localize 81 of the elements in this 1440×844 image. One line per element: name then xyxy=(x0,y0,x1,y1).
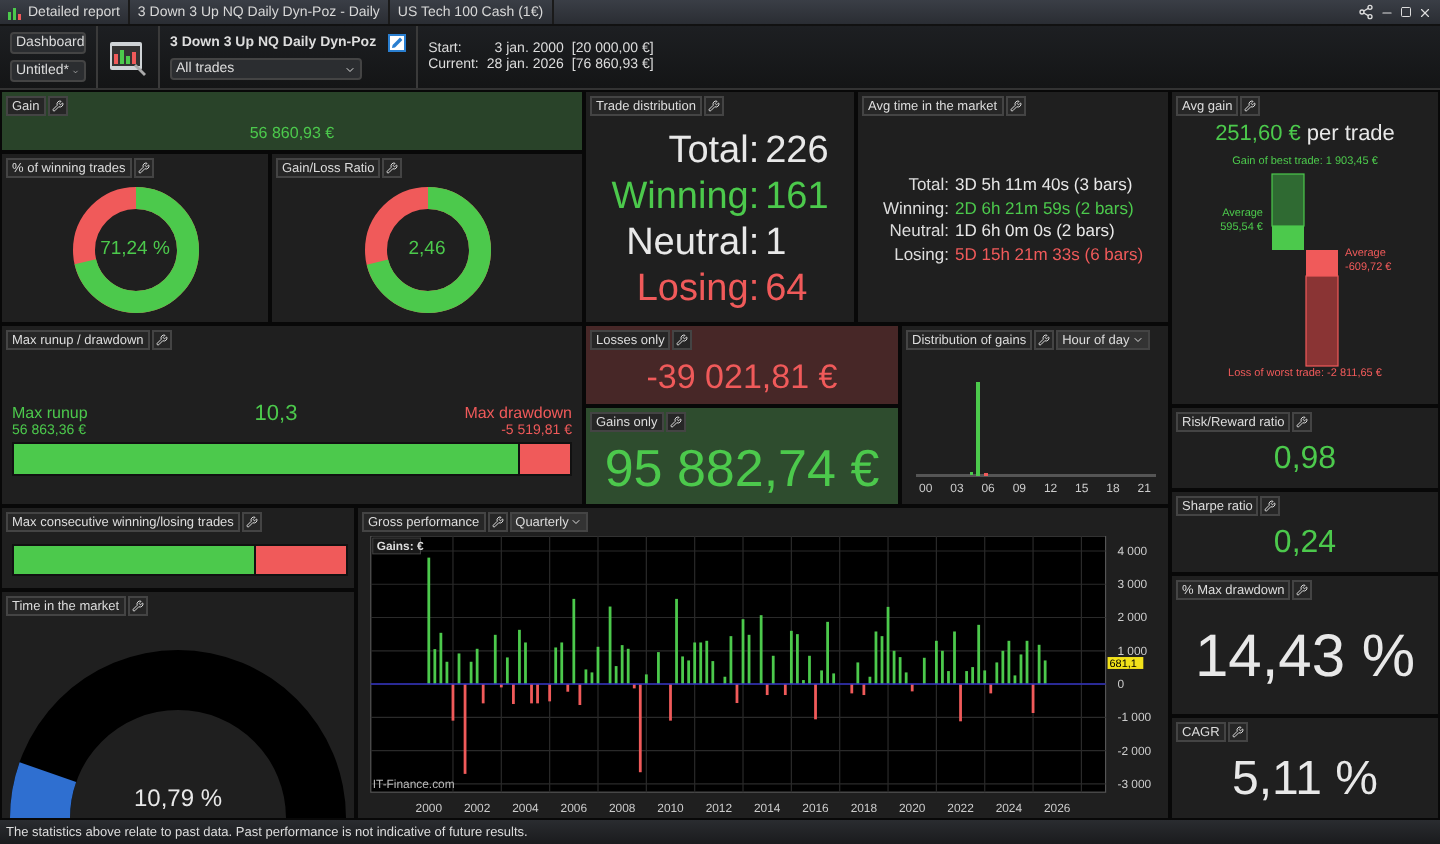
panel-settings-button[interactable] xyxy=(1260,496,1281,516)
avg-gain-value: 251,60 € xyxy=(1215,124,1301,146)
stat-label: Neutral: xyxy=(624,223,760,261)
runup-ratio: 10,3 xyxy=(254,403,298,425)
edit-icon[interactable] xyxy=(388,34,407,52)
stat-label: Winning: xyxy=(611,177,760,215)
stat-label: Total: xyxy=(666,131,760,169)
wrench-icon xyxy=(707,100,720,112)
panel-settings-button[interactable] xyxy=(1034,330,1055,350)
stat-label: Neutral: xyxy=(887,222,950,239)
stat-value: 1 xyxy=(765,223,789,261)
wrench-icon xyxy=(1296,416,1309,428)
maximize-icon xyxy=(1400,6,1412,18)
stat-value: 226 xyxy=(765,131,829,169)
stat-value: 2D 6h 21m 59s (2 bars) xyxy=(955,199,1136,216)
stat-label: Total: xyxy=(906,176,950,193)
panel-settings-button[interactable] xyxy=(151,330,172,350)
stat-value: 3D 5h 11m 40s (3 bars) xyxy=(955,176,1135,193)
wrench-icon xyxy=(137,162,150,174)
sharpe-value: 0,24 xyxy=(1273,528,1337,560)
panel-settings-button[interactable] xyxy=(1227,722,1248,742)
share-button[interactable] xyxy=(1358,4,1374,20)
wrench-icon xyxy=(155,334,168,346)
maximize-button[interactable] xyxy=(1400,6,1412,18)
panel-settings-button[interactable] xyxy=(1240,96,1261,116)
chart-settings-icon[interactable] xyxy=(108,37,148,77)
risk-reward-value: 0,98 xyxy=(1273,444,1337,476)
wrench-icon xyxy=(491,516,504,528)
wrench-icon xyxy=(1038,334,1051,346)
panel-settings-button[interactable] xyxy=(127,596,148,616)
stat-label: Losing: xyxy=(892,245,950,262)
wrench-icon xyxy=(1231,726,1244,738)
panel-settings-button[interactable] xyxy=(47,96,68,116)
chart-icon xyxy=(8,5,22,19)
chevron-icon xyxy=(1131,334,1144,346)
wrench-icon xyxy=(1244,100,1257,112)
panel-settings-button[interactable] xyxy=(133,158,154,178)
panel-settings-button[interactable] xyxy=(672,330,693,350)
close-button[interactable] xyxy=(1418,5,1432,19)
wrench-icon xyxy=(51,100,64,112)
panel-settings-button[interactable] xyxy=(665,412,686,432)
wrench-icon xyxy=(669,416,682,428)
share-icon xyxy=(1358,4,1374,20)
wrench-icon xyxy=(1009,100,1022,112)
panel-settings-button[interactable] xyxy=(241,512,262,532)
avg-gain-suffix: per trade xyxy=(1306,124,1395,146)
stat-label: Losing: xyxy=(634,269,760,307)
gain-bar xyxy=(1270,173,1304,250)
stat-value: 64 xyxy=(765,269,810,307)
panel-settings-button[interactable] xyxy=(382,158,403,178)
cagr-value: 5,11 % xyxy=(1232,756,1378,804)
wrench-icon xyxy=(131,600,144,612)
wrench-icon xyxy=(676,334,689,346)
panel-settings-button[interactable] xyxy=(1005,96,1026,116)
donut-value: 2,46 xyxy=(408,240,446,260)
stat-value: 161 xyxy=(765,177,829,215)
panel-settings-button[interactable] xyxy=(487,512,508,532)
chevron-icon xyxy=(570,516,583,528)
stat-value: 1D 6h 0m 0s (2 bars) xyxy=(955,222,1117,239)
donut-chart xyxy=(72,187,198,313)
wrench-icon xyxy=(386,162,399,174)
chevron-icon xyxy=(344,63,356,75)
panel-settings-button[interactable] xyxy=(1292,412,1313,432)
wrench-icon xyxy=(1264,500,1277,512)
gauge-value: 10,79 % xyxy=(133,786,223,810)
losses-value: -39 021,81 € xyxy=(646,360,838,394)
drawdown-label: Max drawdown xyxy=(464,403,572,421)
panel-settings-button[interactable] xyxy=(703,96,724,116)
gain-value: 56 860,93 € xyxy=(249,125,335,141)
stat-label: Winning: xyxy=(882,199,950,216)
gains-value: 95 882,74 € xyxy=(604,442,880,494)
close-icon xyxy=(1418,5,1432,19)
panel-settings-button[interactable] xyxy=(1292,580,1313,600)
max-drawdown-value: 14,43 % xyxy=(1194,627,1416,687)
donut-chart xyxy=(364,187,490,313)
runup-label: Max runup xyxy=(12,403,88,421)
wrench-icon xyxy=(1296,584,1309,596)
donut-value: 71,24 % xyxy=(100,240,170,260)
loss-bar xyxy=(1304,250,1338,367)
stat-value: 5D 15h 21m 33s (6 bars) xyxy=(955,245,1144,262)
wrench-icon xyxy=(245,516,258,528)
